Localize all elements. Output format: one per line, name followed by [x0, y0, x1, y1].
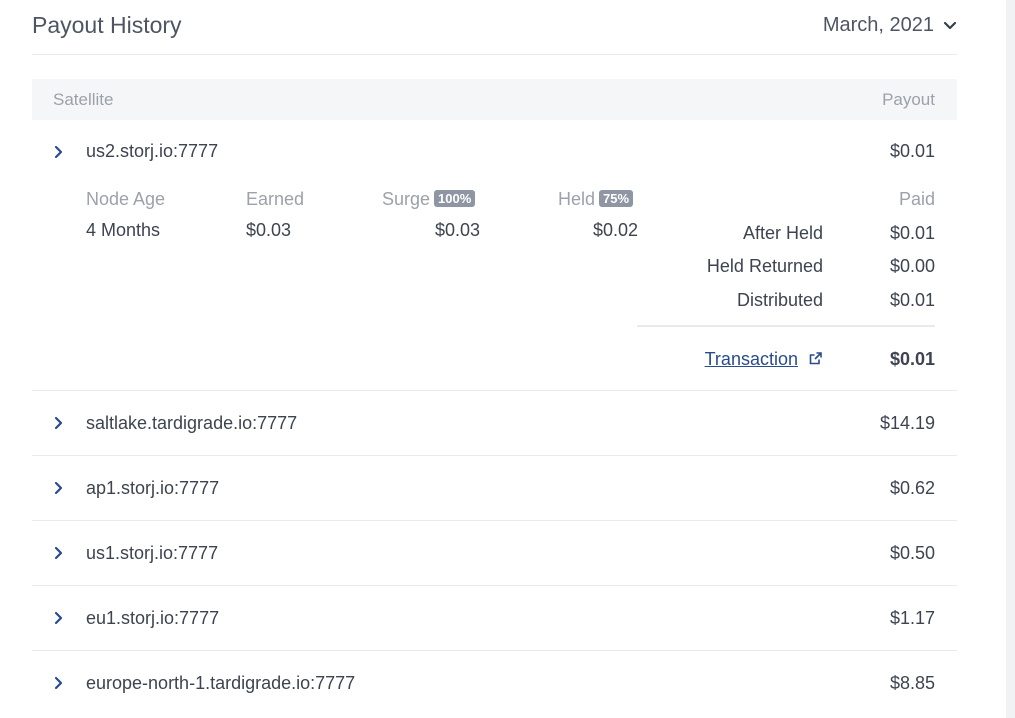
node-age-value: 4 Months — [86, 220, 161, 240]
transaction-link[interactable]: Transaction — [705, 349, 823, 370]
paid-label: Paid — [898, 189, 935, 209]
after-held-label: After Held — [742, 223, 823, 243]
satellite-name: us2.storj.io:7777 — [86, 141, 219, 161]
satellite-name: us1.storj.io:7777 — [86, 542, 219, 563]
satellite-payout: $0.01 — [889, 141, 935, 161]
row-summary[interactable]: us2.storj.io:7777 $0.01 — [32, 120, 957, 183]
satellite-payout: $1.17 — [889, 607, 935, 628]
table-header: Satellite Payout — [32, 79, 957, 120]
satellite-payout: $8.85 — [889, 672, 935, 693]
node-age-label: Node Age — [86, 189, 166, 209]
chevron-right-icon[interactable] — [53, 416, 86, 430]
satellite-name: ap1.storj.io:7777 — [86, 477, 220, 498]
earned-label: Earned — [246, 189, 305, 209]
divider — [637, 325, 935, 327]
satellite-payout: $0.50 — [889, 542, 935, 563]
satellite-name: eu1.storj.io:7777 — [86, 607, 220, 628]
satellite-name: saltlake.tardigrade.io:7777 — [86, 412, 298, 433]
chevron-right-icon[interactable] — [53, 546, 86, 560]
satellite-payout: $0.62 — [889, 477, 935, 498]
surge-label: Surge 100% — [382, 189, 476, 210]
held-returned-value: $0.00 — [889, 256, 935, 276]
satellite-name: europe-north-1.tardigrade.io:7777 — [86, 672, 356, 693]
external-link-icon — [809, 352, 822, 365]
earned-value: $0.03 — [246, 220, 292, 240]
header: Payout History March, 2021 — [32, 0, 957, 55]
distributed-label: Distributed — [736, 290, 823, 310]
col-satellite: Satellite — [53, 89, 114, 109]
payout-details: Node Age Earned Surge 100% Held 75% Paid 4… — [32, 183, 957, 390]
chevron-right-icon[interactable] — [53, 145, 86, 159]
held-label: Held 75% — [558, 189, 634, 210]
total-paid-value: $0.01 — [889, 349, 935, 369]
held-value: $0.02 — [592, 220, 638, 240]
chevron-down-icon — [943, 21, 957, 29]
held-badge: 75% — [599, 190, 634, 207]
page: Payout History March, 2021 Satellite Pay… — [0, 0, 1015, 718]
satellite-payout: $14.19 — [879, 412, 935, 433]
after-held-value: $0.01 — [889, 223, 935, 243]
distributed-value: $0.01 — [889, 290, 935, 310]
chevron-right-icon[interactable] — [53, 676, 86, 690]
satellite-row[interactable]: eu1.storj.io:7777 $1.17 — [32, 586, 957, 651]
surge-badge: 100% — [434, 190, 476, 207]
surge-value: $0.03 — [434, 220, 480, 240]
satellite-row[interactable]: ap1.storj.io:7777 $0.62 — [32, 456, 957, 521]
col-payout: Payout — [882, 89, 935, 109]
chevron-right-icon[interactable] — [53, 481, 86, 495]
scrollbar[interactable] — [1006, 0, 1015, 718]
satellite-row[interactable]: us1.storj.io:7777 $0.50 — [32, 521, 957, 586]
page-title: Payout History — [32, 12, 182, 38]
period-dropdown[interactable]: March, 2021 — [823, 14, 957, 37]
chevron-right-icon[interactable] — [53, 611, 86, 625]
satellite-row[interactable]: saltlake.tardigrade.io:7777 $14.19 — [32, 391, 957, 456]
period-value: March, 2021 — [822, 14, 934, 36]
payout-history-panel: Payout History March, 2021 Satellite Pay… — [32, 0, 957, 715]
satellite-row-expanded: us2.storj.io:7777 $0.01 Node Age Earned … — [32, 120, 957, 391]
held-returned-label: Held Returned — [706, 256, 823, 276]
satellite-row[interactable]: europe-north-1.tardigrade.io:7777 $8.85 — [32, 651, 957, 715]
